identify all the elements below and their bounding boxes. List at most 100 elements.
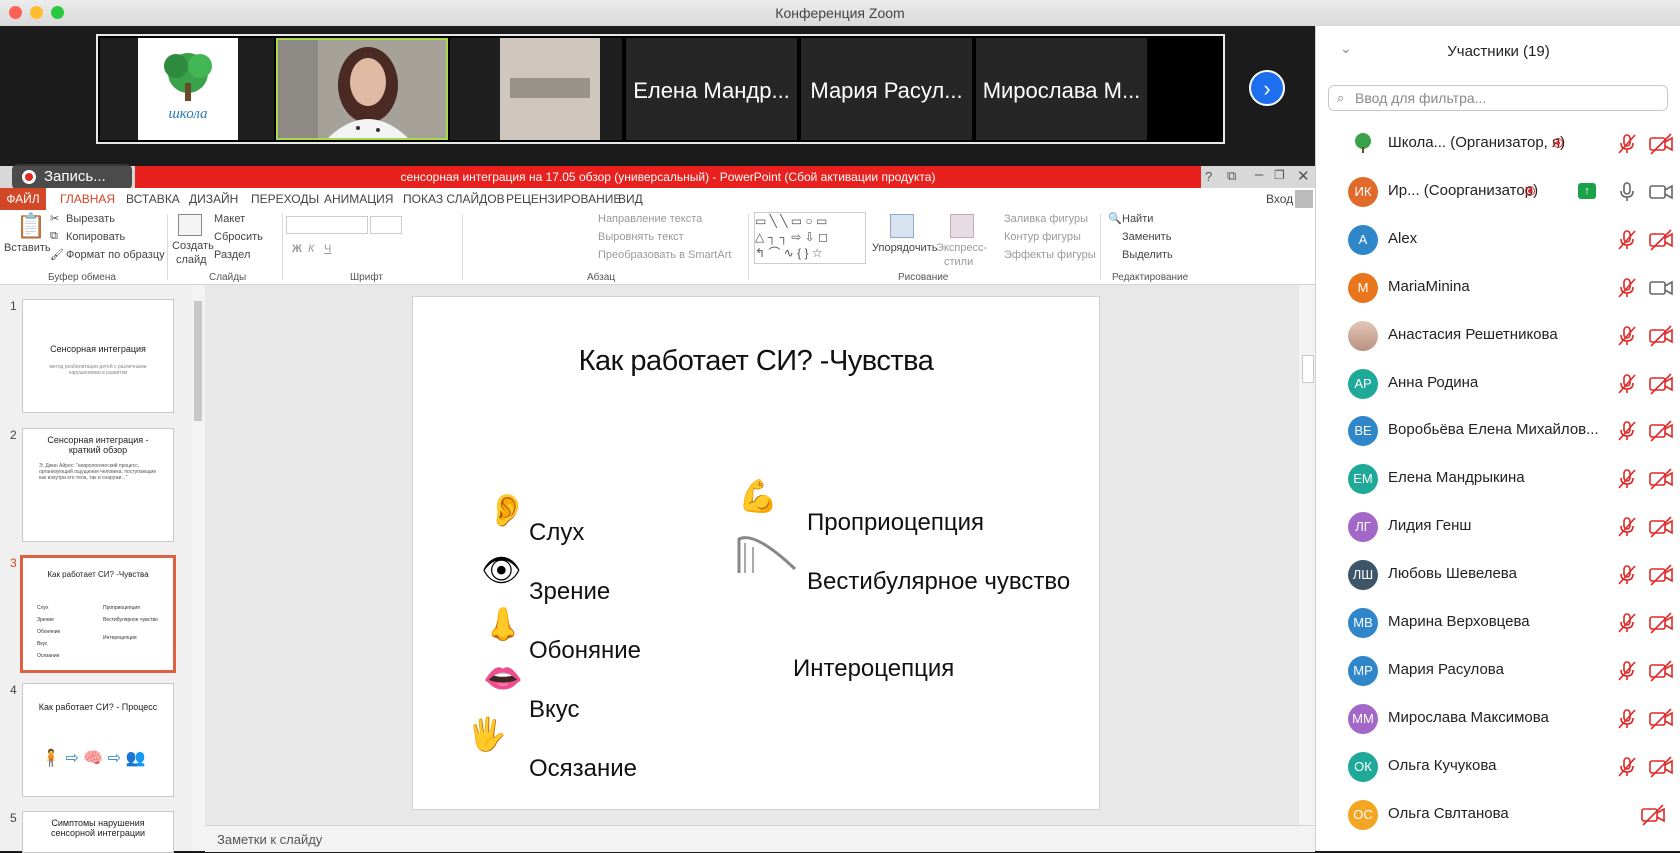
mic-muted-icon[interactable] xyxy=(1615,611,1639,635)
camera-icon[interactable] xyxy=(1648,276,1674,300)
gallery-tile-active-speaker[interactable] xyxy=(276,38,448,140)
reset-button[interactable]: Сбросить xyxy=(214,231,263,243)
mic-muted-icon[interactable] xyxy=(1615,515,1639,539)
paste-icon[interactable]: 📋 xyxy=(16,212,46,241)
gallery-tile-participant[interactable]: Мирослава М... xyxy=(976,38,1147,140)
login-link[interactable]: Вход xyxy=(1266,192,1293,206)
participant-row[interactable]: АР Анна Родина xyxy=(1330,360,1680,408)
mic-muted-icon[interactable] xyxy=(1615,228,1639,252)
slide-thumbnail[interactable]: Как работает СИ? - Процесс 🧍 ⇨ 🧠 ⇨ 👥 xyxy=(22,683,174,797)
quick-styles-icon[interactable] xyxy=(950,214,974,238)
current-slide[interactable]: Как работает СИ? -Чувства 👂 Слух 👁 Зрени… xyxy=(412,296,1100,810)
participant-row[interactable]: ММ Мирослава Максимова xyxy=(1330,695,1680,743)
restore-icon[interactable]: ❐ xyxy=(1274,168,1285,182)
cut-button[interactable]: Вырезать xyxy=(66,213,115,225)
participants-filter-input[interactable]: ⌕ Ввод для фильтра... xyxy=(1328,85,1668,111)
camera-off-icon[interactable] xyxy=(1648,419,1674,443)
tab-transitions[interactable]: ПЕРЕХОДЫ xyxy=(251,192,319,206)
camera-off-icon[interactable] xyxy=(1648,324,1674,348)
bold-icon[interactable]: Ж xyxy=(292,243,302,255)
slide-thumbnail[interactable]: Сенсорная интеграция - краткий обзор Э. … xyxy=(22,428,174,542)
italic-icon[interactable]: К xyxy=(308,243,314,255)
new-slide-button[interactable]: Создать xyxy=(172,240,214,252)
section-button[interactable]: Раздел xyxy=(214,249,250,261)
camera-off-icon[interactable] xyxy=(1648,467,1674,491)
underline-icon[interactable]: Ч xyxy=(324,243,331,255)
participant-row[interactable]: ЛГ Лидия Генш xyxy=(1330,503,1680,551)
copy-button[interactable]: Копировать xyxy=(66,231,125,243)
gallery-tile-participant[interactable]: Елена Мандр... xyxy=(626,38,797,140)
shape-fill-button[interactable]: Заливка фигуры xyxy=(1004,213,1088,225)
font-family-select[interactable] xyxy=(286,216,368,234)
participant-row[interactable]: ЛШ Любовь Шевелева xyxy=(1330,551,1680,599)
participant-row[interactable]: ОК Ольга Кучукова xyxy=(1330,743,1680,791)
mic-icon[interactable] xyxy=(1615,180,1639,204)
participant-row[interactable]: ИК Ир... (Соорганизатор) ↑ xyxy=(1330,168,1680,216)
tab-design[interactable]: ДИЗАЙН xyxy=(189,192,238,206)
mic-muted-icon[interactable] xyxy=(1615,467,1639,491)
text-direction-button[interactable]: Направление текста xyxy=(598,213,702,225)
participant-row[interactable]: ЕМ Елена Мандрыкина xyxy=(1330,455,1680,503)
mic-muted-icon[interactable] xyxy=(1615,419,1639,443)
camera-off-icon[interactable] xyxy=(1648,228,1674,252)
camera-off-icon[interactable] xyxy=(1648,515,1674,539)
smartart-button[interactable]: Преобразовать в SmartArt xyxy=(598,249,731,261)
user-avatar-icon[interactable] xyxy=(1295,190,1313,208)
slide-thumbnail[interactable]: Сенсорная интеграция метод реабилитации … xyxy=(22,299,174,413)
slide-scrollbar[interactable] xyxy=(1299,285,1315,825)
shapes-gallery[interactable]: ▭ ╲ ╲ ▭ ○ ▭ △ ┐ ┐ ⇨ ⇩ ◻ ↰ ⌒ ∿ { } ☆ xyxy=(754,212,866,264)
arrange-button[interactable]: Упорядочить xyxy=(872,242,937,254)
mic-muted-icon[interactable] xyxy=(1615,372,1639,396)
tab-insert[interactable]: ВСТАВКА xyxy=(126,192,180,206)
mic-muted-icon[interactable] xyxy=(1615,324,1639,348)
participant-row[interactable]: Анастасия Решетникова xyxy=(1330,312,1680,360)
tab-file[interactable]: ФАЙЛ xyxy=(0,188,46,210)
slide-thumbnail-selected[interactable]: Как работает СИ? -Чувства Слух Зрение Обон… xyxy=(20,555,176,673)
minimize-icon[interactable]: – xyxy=(1255,166,1263,183)
mic-muted-icon[interactable] xyxy=(1615,276,1639,300)
participant-row[interactable]: M MariaMinina xyxy=(1330,264,1680,312)
mic-muted-icon[interactable] xyxy=(1615,132,1639,156)
camera-off-icon[interactable] xyxy=(1648,372,1674,396)
participant-row[interactable]: Школа... (Организатор, я) xyxy=(1330,120,1680,168)
participant-row[interactable]: ВЕ Воробьёва Елена Михайлов... xyxy=(1330,407,1680,455)
tab-home[interactable]: ГЛАВНАЯ xyxy=(60,192,115,206)
select-button[interactable]: Выделить xyxy=(1122,249,1173,261)
font-size-select[interactable] xyxy=(370,216,402,234)
mic-muted-icon[interactable] xyxy=(1615,659,1639,683)
find-button[interactable]: Найти xyxy=(1122,213,1153,225)
copy-icon[interactable]: ⧉ xyxy=(50,230,58,243)
camera-off-icon[interactable] xyxy=(1648,611,1674,635)
slide-thumbnail[interactable]: Симптомы нарушения сенсорной интеграции xyxy=(22,811,174,853)
participant-row[interactable]: ОС Ольга Свлтанова xyxy=(1330,791,1680,839)
cut-icon[interactable]: ✂ xyxy=(50,212,59,225)
participant-row[interactable]: МР Мария Расулова xyxy=(1330,647,1680,695)
mic-muted-icon[interactable] xyxy=(1615,755,1639,779)
close-icon[interactable]: ✕ xyxy=(1297,167,1310,185)
tab-animation[interactable]: АНИМАЦИЯ xyxy=(324,192,393,206)
tab-slideshow[interactable]: ПОКАЗ СЛАЙДОВ xyxy=(403,192,505,206)
tab-view[interactable]: ВИД xyxy=(618,192,643,206)
camera-off-icon[interactable] xyxy=(1648,659,1674,683)
camera-off-icon[interactable] xyxy=(1648,132,1674,156)
recording-indicator[interactable]: Запись... xyxy=(12,164,132,190)
new-slide-icon[interactable] xyxy=(178,214,202,236)
camera-icon[interactable] xyxy=(1648,180,1674,204)
format-painter-button[interactable]: Формат по образцу xyxy=(66,249,165,261)
participant-row[interactable]: A Alex xyxy=(1330,216,1680,264)
shape-outline-button[interactable]: Контур фигуры xyxy=(1004,231,1081,243)
align-text-button[interactable]: Выровнять текст xyxy=(598,231,684,243)
shape-effects-button[interactable]: Эффекты фигуры xyxy=(1004,249,1096,261)
camera-off-icon[interactable] xyxy=(1640,803,1666,827)
replace-button[interactable]: Заменить xyxy=(1122,231,1171,243)
participant-row[interactable]: МВ Марина Верховцева xyxy=(1330,599,1680,647)
format-painter-icon[interactable]: 🖌 xyxy=(50,248,64,261)
help-icon[interactable]: ? xyxy=(1205,169,1212,184)
gallery-tile-logo[interactable]: школа xyxy=(100,38,274,140)
layout-button[interactable]: Макет xyxy=(214,213,245,225)
mic-muted-icon[interactable] xyxy=(1615,563,1639,587)
tab-review[interactable]: РЕЦЕНЗИРОВАНИЕ xyxy=(506,192,621,206)
mic-muted-icon[interactable] xyxy=(1615,707,1639,731)
thumbnails-scrollbar[interactable] xyxy=(192,285,204,851)
notes-pane[interactable]: Заметки к слайду xyxy=(205,825,1315,852)
